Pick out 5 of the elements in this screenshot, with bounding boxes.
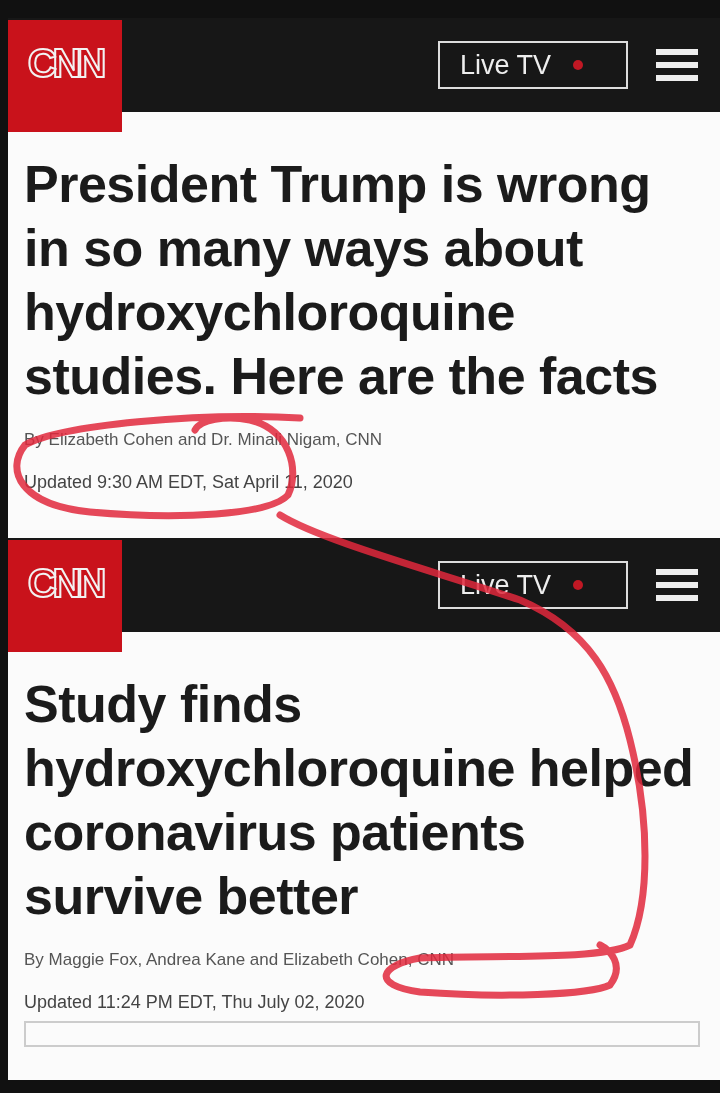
site-logo[interactable]: CNN <box>8 540 122 652</box>
site-logo[interactable]: CNN <box>8 20 122 132</box>
updated-date: Updated 11:24 PM EDT, Thu July 02, 2020 <box>24 992 366 1013</box>
headline: President Trump is wrong in so many ways about hydroxychloroquine studies. Here are the facts <box>24 154 659 407</box>
live-tv-button[interactable]: Live TV <box>438 41 628 89</box>
